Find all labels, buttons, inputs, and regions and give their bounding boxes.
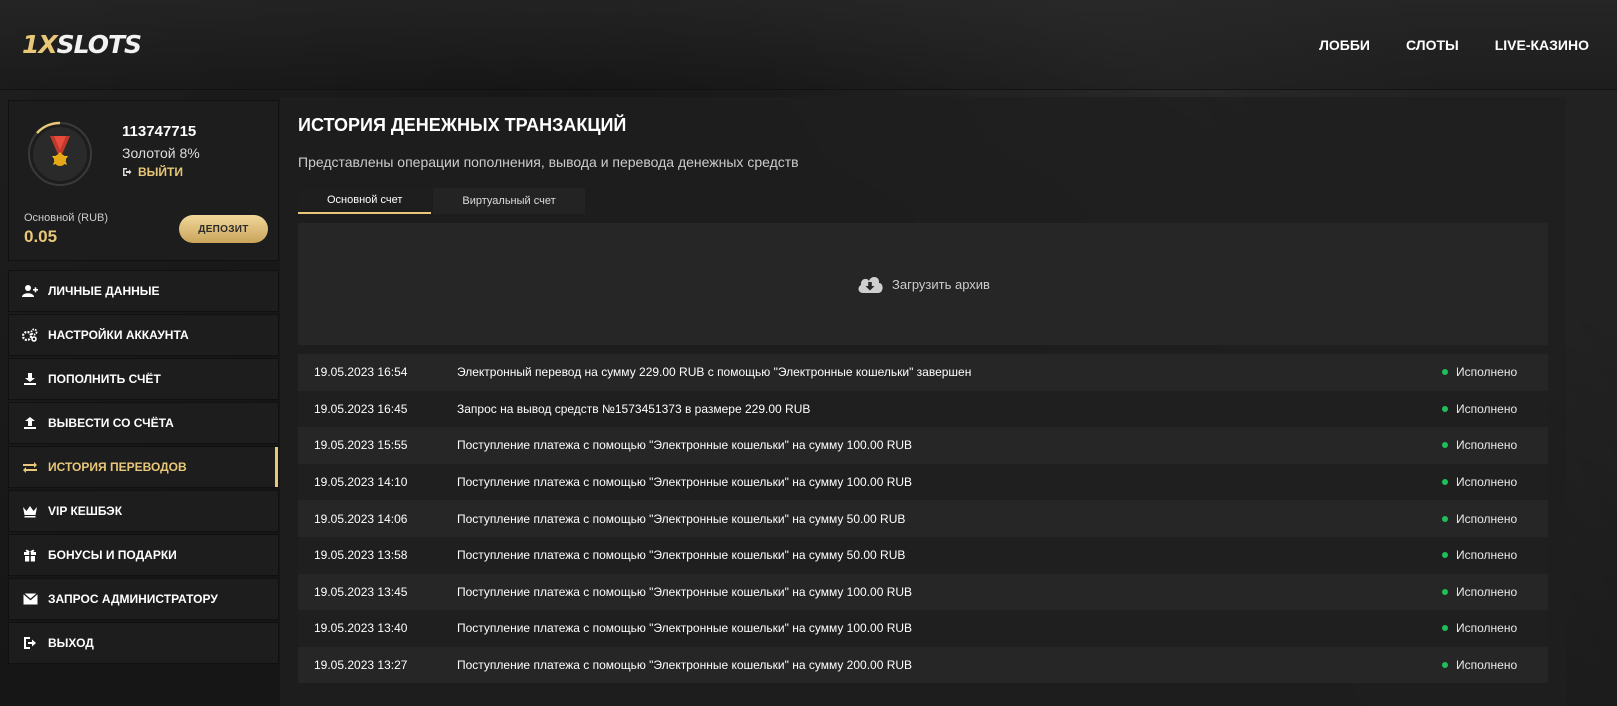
table-row: 19.05.2023 14:10 Поступление платежа с по… xyxy=(298,463,1548,501)
logout-link[interactable]: ВЫЙТИ xyxy=(122,165,183,179)
tx-date: 19.05.2023 16:54 xyxy=(314,365,408,380)
sidebar-item-transfer-history[interactable]: ИСТОРИЯ ПЕРЕВОДОВ xyxy=(8,446,279,488)
sidebar-item-account-settings[interactable]: НАСТРОЙКИ АККАУНТА xyxy=(8,314,279,356)
tx-date: 19.05.2023 13:45 xyxy=(314,584,408,599)
nav-live-casino[interactable]: LIVE-КАЗИНО xyxy=(1495,37,1589,53)
status-dot-icon xyxy=(1442,552,1448,559)
tab-virtual-account[interactable]: Виртуальный счет xyxy=(433,188,585,214)
status-dot-icon xyxy=(1442,588,1448,595)
status-dot-icon xyxy=(1442,625,1448,632)
transactions-table: 19.05.2023 16:54 Электронный перевод на с… xyxy=(298,354,1548,684)
gift-icon xyxy=(22,547,38,563)
status-badge: Исполнено xyxy=(1442,512,1548,526)
tx-status: Исполнено xyxy=(1456,438,1518,453)
tx-description: Электронный перевод на сумму 229.00 RUB … xyxy=(457,365,972,380)
logout-icon xyxy=(22,635,38,651)
table-row: 19.05.2023 16:45 Запрос на вывод средств … xyxy=(298,390,1548,428)
medal-avatar-icon xyxy=(28,121,92,186)
status-dot-icon xyxy=(1442,442,1448,449)
tx-status: Исполнено xyxy=(1456,548,1518,563)
status-badge: Исполнено xyxy=(1442,475,1548,489)
sidebar-item-bonuses[interactable]: БОНУСЫ И ПОДАРКИ xyxy=(8,534,279,576)
tx-date: 19.05.2023 13:58 xyxy=(314,548,408,563)
status-dot-icon xyxy=(1442,405,1448,412)
tx-description: Поступление платежа с помощью "Электронн… xyxy=(457,621,913,636)
table-row: 19.05.2023 13:27 Поступление платежа с по… xyxy=(298,646,1548,684)
balance-value: 0.05 xyxy=(24,227,58,246)
sidebar: 113747715 Золотой 8% ВЫЙТИ Основной (RUB… xyxy=(8,100,279,666)
nav-slots[interactable]: СЛОТЫ xyxy=(1406,37,1459,53)
main-panel: ИСТОРИЯ ДЕНЕЖНЫХ ТРАНЗАКЦИЙ Представлены… xyxy=(280,97,1566,706)
sidebar-menu: ЛИЧНЫЕ ДАННЫЕ НАСТРОЙКИ АККАУНТА ПОПОЛНИ… xyxy=(8,270,279,664)
nav-lobby[interactable]: ЛОББИ xyxy=(1319,37,1370,53)
upload-icon xyxy=(22,415,38,431)
tx-description: Поступление платежа с помощью "Электронн… xyxy=(457,548,906,563)
tx-status: Исполнено xyxy=(1456,475,1518,490)
top-nav: ЛОББИ СЛОТЫ LIVE-КАЗИНО xyxy=(1319,37,1589,53)
top-header: 1X SLOTS ЛОББИ СЛОТЫ LIVE-КАЗИНО xyxy=(0,0,1617,90)
tx-status: Исполнено xyxy=(1456,621,1518,636)
tx-date: 19.05.2023 13:40 xyxy=(314,621,408,636)
envelope-icon xyxy=(22,591,38,607)
crown-icon xyxy=(22,503,38,519)
sidebar-item-withdraw[interactable]: ВЫВЕСТИ СО СЧЁТА xyxy=(8,402,279,444)
table-row: 19.05.2023 13:45 Поступление платежа с по… xyxy=(298,573,1548,611)
download-icon xyxy=(22,371,38,387)
logout-icon xyxy=(123,168,132,176)
tx-description: Запрос на вывод средств №1573451373 в ра… xyxy=(457,401,811,416)
tx-status: Исполнено xyxy=(1456,658,1518,673)
status-dot-icon xyxy=(1442,515,1448,522)
status-badge: Исполнено xyxy=(1442,621,1548,635)
tx-description: Поступление платежа с помощью "Электронн… xyxy=(457,511,906,526)
tx-description: Поступление платежа с помощью "Электронн… xyxy=(457,438,913,453)
tx-description: Поступление платежа с помощью "Электронн… xyxy=(457,584,913,599)
status-dot-icon xyxy=(1442,369,1448,376)
status-badge: Исполнено xyxy=(1442,402,1548,416)
profile-card: 113747715 Золотой 8% ВЫЙТИ Основной (RUB… xyxy=(8,100,279,261)
status-badge: Исполнено xyxy=(1442,438,1548,452)
sidebar-item-logout[interactable]: ВЫХОД xyxy=(8,622,279,664)
table-row: 19.05.2023 13:58 Поступление платежа с по… xyxy=(298,536,1548,574)
tx-status: Исполнено xyxy=(1456,401,1518,416)
tx-date: 19.05.2023 14:06 xyxy=(314,511,408,526)
page-title: ИСТОРИЯ ДЕНЕЖНЫХ ТРАНЗАКЦИЙ xyxy=(298,115,627,135)
sidebar-item-deposit[interactable]: ПОПОЛНИТЬ СЧЁТ xyxy=(8,358,279,400)
tx-date: 19.05.2023 13:27 xyxy=(314,658,408,673)
deposit-button[interactable]: ДЕПОЗИТ xyxy=(179,215,268,243)
transfer-icon xyxy=(22,459,38,475)
sidebar-item-personal-data[interactable]: ЛИЧНЫЕ ДАННЫЕ xyxy=(8,270,279,312)
tx-date: 19.05.2023 16:45 xyxy=(314,401,408,416)
sidebar-item-admin-request[interactable]: ЗАПРОС АДМИНИСТРАТОРУ xyxy=(8,578,279,620)
table-row: 19.05.2023 13:40 Поступление платежа с по… xyxy=(298,610,1548,647)
table-row: 19.05.2023 14:06 Поступление платежа с по… xyxy=(298,500,1548,537)
tab-main-account[interactable]: Основной счет xyxy=(298,188,432,214)
tx-description: Поступление платежа с помощью "Электронн… xyxy=(457,658,913,673)
status-dot-icon xyxy=(1442,479,1448,486)
status-badge: Исполнено xyxy=(1442,658,1548,672)
status-badge: Исполнено xyxy=(1442,548,1548,562)
upload-archive-button[interactable]: Загрузить архив xyxy=(298,223,1548,345)
table-row: 19.05.2023 15:55 Поступление платежа с по… xyxy=(298,427,1548,464)
tx-status: Исполнено xyxy=(1456,365,1518,380)
sidebar-item-vip-cashback[interactable]: VIP КЕШБЭК xyxy=(8,490,279,532)
status-badge: Исполнено xyxy=(1442,585,1548,599)
tx-status: Исполнено xyxy=(1456,584,1518,599)
tx-description: Поступление платежа с помощью "Электронн… xyxy=(457,475,913,490)
tx-date: 19.05.2023 14:10 xyxy=(314,475,408,490)
user-id: 113747715 xyxy=(122,123,197,140)
gears-icon xyxy=(22,327,38,343)
user-plus-icon xyxy=(22,283,38,299)
account-tabs: Основной счет Виртуальный счет xyxy=(298,188,1548,214)
balance-label: Основной (RUB) xyxy=(24,212,109,224)
status-dot-icon xyxy=(1442,662,1448,669)
tx-date: 19.05.2023 15:55 xyxy=(314,438,408,453)
cloud-download-icon xyxy=(858,277,883,293)
table-row: 19.05.2023 16:54 Электронный перевод на с… xyxy=(298,354,1548,391)
tx-status: Исполнено xyxy=(1456,511,1518,526)
site-logo[interactable]: 1X SLOTS xyxy=(22,30,142,59)
status-badge: Исполнено xyxy=(1442,365,1548,379)
user-level: Золотой 8% xyxy=(122,145,200,161)
page-subtitle: Представлены операции пополнения, вывода… xyxy=(298,154,799,170)
